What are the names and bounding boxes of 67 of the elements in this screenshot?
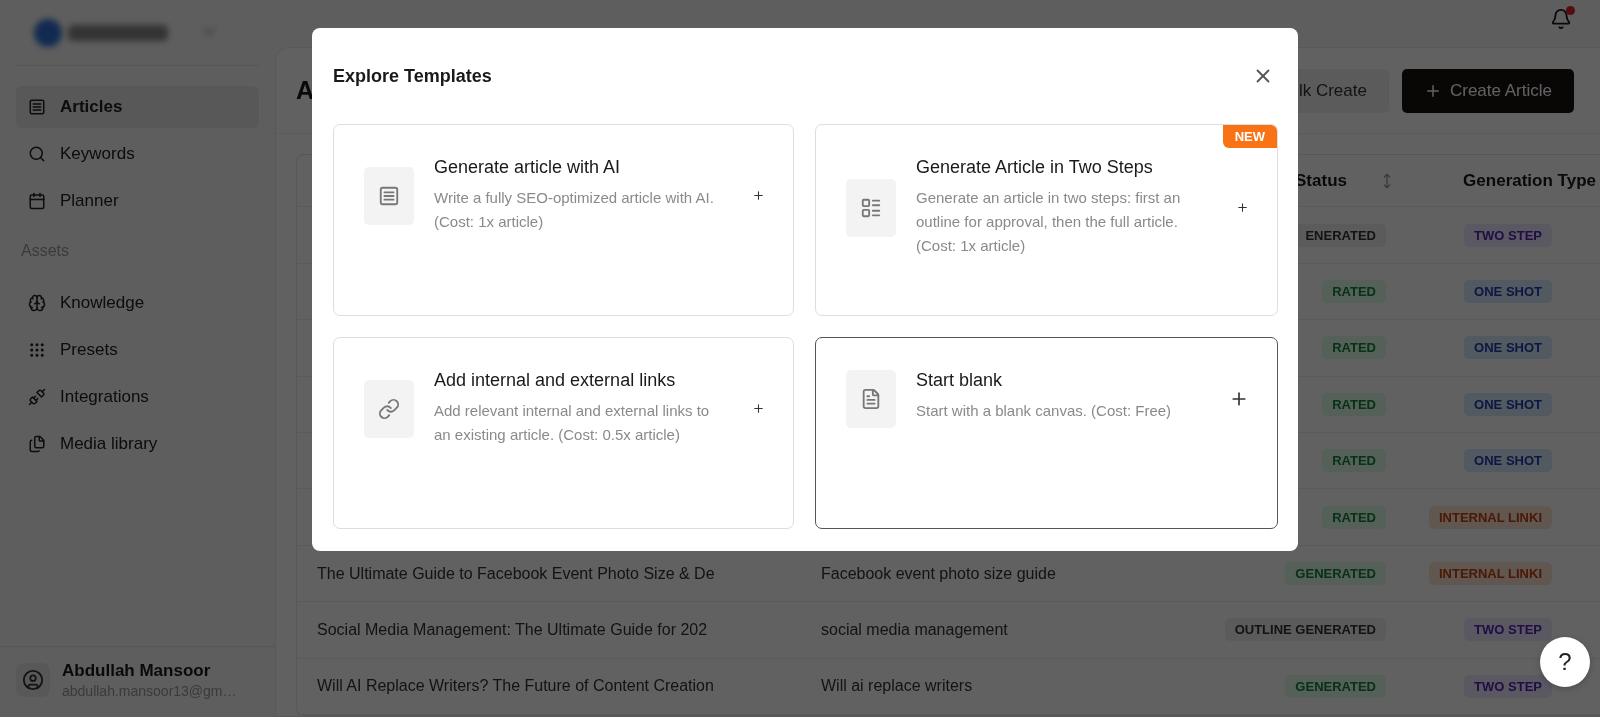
list-icon [28, 98, 46, 116]
notification-button[interactable] [1550, 8, 1574, 32]
table-cell: Will ai replace writers [821, 677, 973, 695]
sidebar-item[interactable]: Knowledge [16, 282, 259, 324]
status-badge: OUTLINE GENERATED [1224, 618, 1386, 642]
template-card[interactable]: Add internal and external links Add relevant internal and external links to an existing article. (Cost: 0.5x article) [333, 337, 794, 529]
type-badge: TWO STEP [1464, 674, 1552, 698]
bell-icon [1550, 8, 1572, 30]
calendar-icon [28, 192, 46, 210]
new-badge: NEW [1222, 125, 1277, 148]
status-badge: RATED [1322, 280, 1386, 304]
sidebar-item[interactable]: Media library [16, 423, 259, 465]
type-badge: ONE SHOT [1464, 392, 1552, 416]
plug-icon [28, 388, 46, 406]
table-cell: The Ultimate Guide to Facebook Event Photo Size & De [317, 564, 715, 582]
text-lines-icon [364, 166, 414, 225]
link-icon [364, 379, 414, 438]
documents-icon [28, 435, 46, 453]
sidebar-item[interactable]: Presets [16, 329, 259, 371]
add-button[interactable] [752, 402, 765, 415]
template-card[interactable]: Start blank Start with a blank canvas. (Cost: Free) [815, 337, 1278, 529]
column-header: Generation Type [1463, 171, 1596, 191]
page-title: A [296, 76, 315, 106]
card-description: Add relevant internal and external links to an existing article. (Cost: 0.5x article) [434, 401, 711, 445]
template-card[interactable]: Generate article with AI Write a fully SEO-optimized article with AI. (Cost: 1x article) [333, 124, 794, 316]
template-card[interactable]: Generate Article in Two Steps Generate an article in two steps: first an outline for approval, then the full article. (Cost: 1x article) NEW [815, 124, 1278, 316]
table-cell: social media management [821, 620, 1008, 638]
card-title: Generate article with AI [434, 157, 622, 178]
card-title: Generate Article in Two Steps [916, 157, 1154, 178]
status-badge: GENERATED [1285, 562, 1386, 585]
type-badge: ONE SHOT [1464, 336, 1552, 360]
user-name: Abdullah Mansoor [62, 661, 212, 681]
status-badge: GENERATED [1285, 674, 1386, 698]
column-header: Status [1295, 171, 1347, 191]
type-badge: ONE SHOT [1464, 280, 1552, 304]
search-icon [28, 145, 46, 163]
type-badge: TWO STEP [1464, 223, 1552, 247]
status-badge: RATED [1322, 336, 1386, 360]
list-icon [846, 178, 896, 237]
status-badge: RATED [1322, 392, 1386, 416]
type-badge: TWO STEP [1464, 618, 1552, 642]
dialog-title: Explore Templates [333, 65, 492, 87]
table-cell: Facebook event photo size guide [821, 564, 1056, 582]
create-article-button[interactable]: Create Article [1401, 69, 1574, 113]
dots-grid-icon [28, 341, 46, 359]
avatar [16, 663, 50, 697]
card-description: Write a fully SEO-optimized article with AI. (Cost: 1x article) [434, 188, 714, 232]
status-badge: RATED [1322, 449, 1386, 473]
table-cell: Social Media Management: The Ultimate Guide for 202 [317, 620, 708, 638]
sidebar-item[interactable]: Integrations [16, 376, 259, 418]
card-title: Start blank [916, 370, 1004, 391]
brain-icon [28, 294, 46, 312]
status-badge: RATED [1322, 505, 1386, 529]
sidebar-item[interactable]: Articles [16, 86, 259, 128]
add-button[interactable] [752, 189, 765, 202]
sidebar-item[interactable]: Planner [16, 180, 259, 222]
status-badge: ENERATED [1295, 223, 1386, 247]
add-button[interactable] [1236, 201, 1249, 214]
table-cell: Will AI Replace Writers? The Future of Content Creation [317, 677, 714, 695]
type-badge: ONE SHOT [1464, 449, 1552, 473]
sidebar-item[interactable]: Keywords [16, 133, 259, 175]
document-icon [846, 370, 896, 428]
type-badge: INTERNAL LINKI [1428, 505, 1552, 529]
card-title: Add internal and external links [434, 370, 677, 391]
card-description: Start with a blank canvas. (Cost: Free) [916, 401, 1173, 421]
type-badge: INTERNAL LINKI [1428, 562, 1552, 585]
card-description: Generate an article in two steps: first an outline for approval, then the full article. (Cost: 1x article) [916, 188, 1182, 256]
